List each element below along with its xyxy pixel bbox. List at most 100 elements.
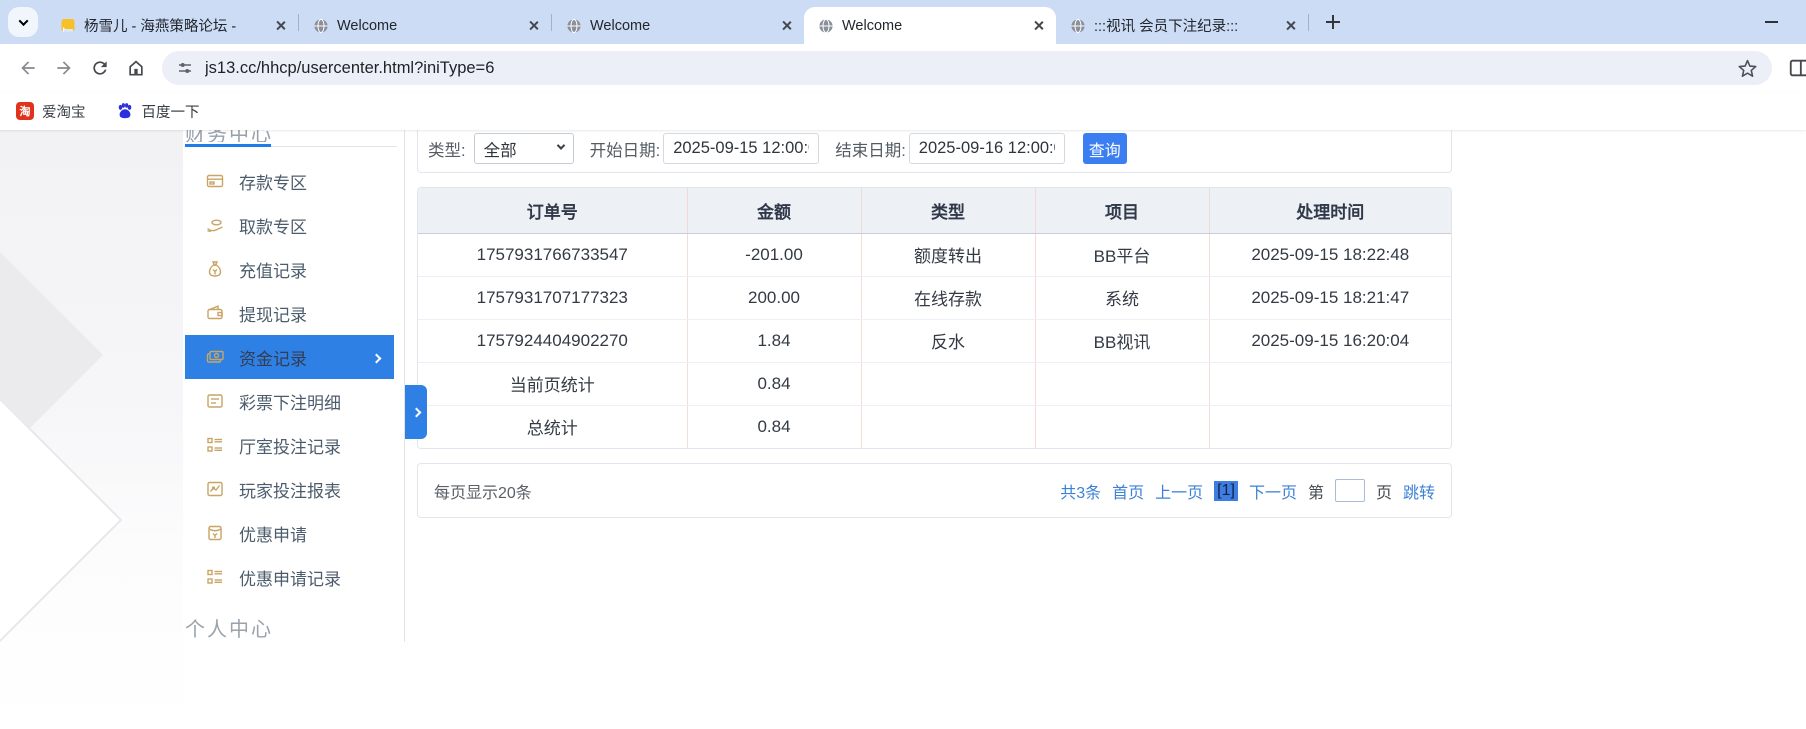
sidebar-item-label: 优惠申请记录	[239, 569, 341, 589]
pagination-bar: 每页显示20条 共3条 首页 上一页 [1] 下一页 第 页 跳转	[417, 463, 1452, 518]
address-bar[interactable]: js13.cc/hhcp/usercenter.html?iniType=6	[162, 51, 1772, 85]
tab-video-bet-records[interactable]: :::视讯 会员下注纪录:::	[1056, 7, 1308, 44]
current-page-badge: [1]	[1214, 480, 1238, 501]
chart-icon	[205, 479, 227, 499]
sidebar-item-label: 充值记录	[239, 261, 307, 281]
sidebar-item-recharge-records[interactable]: 充值记录	[185, 247, 394, 291]
tab-close-icon[interactable]	[271, 16, 290, 35]
bank-card-icon	[205, 171, 227, 191]
banknotes-icon	[205, 347, 227, 367]
jump-button[interactable]: 跳转	[1403, 479, 1435, 503]
url-text[interactable]: js13.cc/hhcp/usercenter.html?iniType=6	[205, 59, 1737, 78]
table-row: 1757931766733547 -201.00 额度转出 BB平台 2025-…	[418, 233, 1451, 277]
start-date-input[interactable]	[663, 133, 820, 164]
new-tab-button[interactable]	[1319, 8, 1347, 36]
list-boxes-icon	[205, 567, 227, 587]
col-amount: 金额	[687, 188, 862, 234]
bookmark-label: 爱淘宝	[42, 104, 86, 121]
back-button[interactable]	[10, 50, 46, 86]
wallet-icon	[205, 303, 227, 323]
cell-label: 总统计	[418, 405, 688, 448]
next-page-link[interactable]: 下一页	[1249, 479, 1297, 503]
sidebar-item-label: 厅室投注记录	[239, 437, 341, 457]
forward-button[interactable]	[46, 50, 82, 86]
prev-page-link[interactable]: 上一页	[1155, 479, 1203, 503]
home-button[interactable]	[118, 50, 154, 86]
cell-amount: 0.84	[687, 405, 862, 448]
window-minimize-button[interactable]	[1758, 9, 1784, 35]
sidebar-item-withdrawal-records[interactable]: 提现记录	[185, 291, 394, 335]
type-label: 类型:	[428, 141, 466, 160]
cell-project: BB平台	[1035, 233, 1210, 277]
tab-close-icon[interactable]	[1029, 16, 1048, 35]
tab-close-icon[interactable]	[777, 16, 796, 35]
globe-icon	[314, 18, 328, 33]
col-time: 处理时间	[1209, 188, 1451, 234]
main-content: 类型: 全部 开始日期: 结束日期: 查询	[417, 130, 1452, 729]
records-table: 订单号 金额 类型 项目 处理时间 1757931766733547 -201.…	[418, 188, 1451, 448]
cell-amount: 200.00	[687, 276, 862, 320]
page-content: 财务中心 存款专区 取款专区 充值记录 提现记录 资金记录 彩票下注明细 厅室投…	[0, 130, 1806, 729]
tab-title: Welcome	[590, 17, 651, 34]
sidebar-item-promo-apply[interactable]: 优惠申请	[185, 511, 394, 555]
sidebar-item-label: 取款专区	[239, 217, 307, 237]
side-panel-icon[interactable]	[1784, 53, 1806, 83]
sidebar-item-deposit-zone[interactable]: 存款专区	[185, 159, 394, 203]
tab-close-icon[interactable]	[1281, 16, 1300, 35]
cell-time: 2025-09-15 16:20:04	[1209, 319, 1451, 363]
sidebar-section-personal: 个人中心	[185, 619, 273, 641]
home-icon	[129, 60, 143, 76]
globe-icon	[1071, 18, 1085, 33]
sidebar-item-lottery-bet-details[interactable]: 彩票下注明细	[185, 379, 394, 423]
jump-label-pre: 第	[1307, 484, 1324, 502]
tab-welcome-1[interactable]: Welcome	[299, 7, 551, 44]
reload-button[interactable]	[82, 50, 118, 86]
bookmark-label: 百度一下	[141, 104, 200, 121]
jump-label-post: 页	[1375, 484, 1392, 502]
tab-welcome-2[interactable]: Welcome	[552, 7, 804, 44]
forward-arrow-icon	[57, 61, 71, 75]
first-page-link[interactable]: 首页	[1112, 479, 1144, 503]
list-boxes-icon	[205, 435, 227, 455]
table-row-grand-total: 总统计 0.84	[418, 405, 1451, 448]
sidebar-item-withdraw-zone[interactable]: 取款专区	[185, 203, 394, 247]
cell-time: 2025-09-15 18:21:47	[1209, 276, 1451, 320]
bookmark-baidu[interactable]: 百度一下	[116, 101, 200, 122]
decor-triangle	[0, 392, 123, 648]
cell-type: 反水	[861, 319, 1036, 363]
chevron-right-icon	[371, 347, 382, 367]
type-select[interactable]: 全部	[473, 133, 574, 164]
cell-amount: 1.84	[687, 319, 862, 363]
money-bag-icon	[205, 259, 227, 279]
tab-close-icon[interactable]	[524, 16, 543, 35]
cell-order-id: 1757931766733547	[418, 233, 688, 277]
sidebar-item-player-bet-report[interactable]: 玩家投注报表	[185, 467, 394, 511]
sidebar-item-promo-apply-records[interactable]: 优惠申请记录	[185, 555, 394, 599]
query-button[interactable]: 查询	[1082, 133, 1127, 164]
tab-search-button[interactable]	[8, 7, 38, 37]
cell-type: 在线存款	[861, 276, 1036, 320]
end-date-input[interactable]	[908, 133, 1065, 164]
sidebar-item-funds-records[interactable]: 资金记录	[185, 335, 394, 379]
section-underline	[185, 144, 397, 147]
globe-icon	[567, 18, 581, 33]
bookmark-aitaobao[interactable]: 淘 爱淘宝	[16, 101, 86, 122]
cell-label: 当前页统计	[418, 362, 688, 406]
reload-icon	[93, 61, 107, 75]
chevron-down-icon	[18, 15, 28, 26]
yellow-page-icon	[61, 18, 75, 31]
sidebar-item-hall-bet-records[interactable]: 厅室投注记录	[185, 423, 394, 467]
page-jump-input[interactable]	[1334, 479, 1365, 502]
cell-type: 额度转出	[861, 233, 1036, 277]
tab-forum[interactable]: 杨雪儿 - 海燕策略论坛 -	[46, 7, 298, 44]
tab-welcome-active[interactable]: Welcome	[804, 7, 1056, 44]
sidebar: 财务中心 存款专区 取款专区 充值记录 提现记录 资金记录 彩票下注明细 厅室投…	[183, 130, 405, 642]
minimize-icon	[1764, 21, 1778, 23]
filter-row: 类型: 全部 开始日期: 结束日期: 查询	[418, 133, 1451, 164]
pager-controls: 共3条 首页 上一页 [1] 下一页 第 页 跳转	[1060, 479, 1435, 503]
plus-icon	[1326, 15, 1340, 29]
col-project: 项目	[1035, 188, 1210, 234]
taobao-icon: 淘	[16, 102, 34, 120]
bookmark-star-icon[interactable]	[1737, 58, 1758, 79]
sidebar-expand-handle[interactable]	[405, 385, 427, 439]
